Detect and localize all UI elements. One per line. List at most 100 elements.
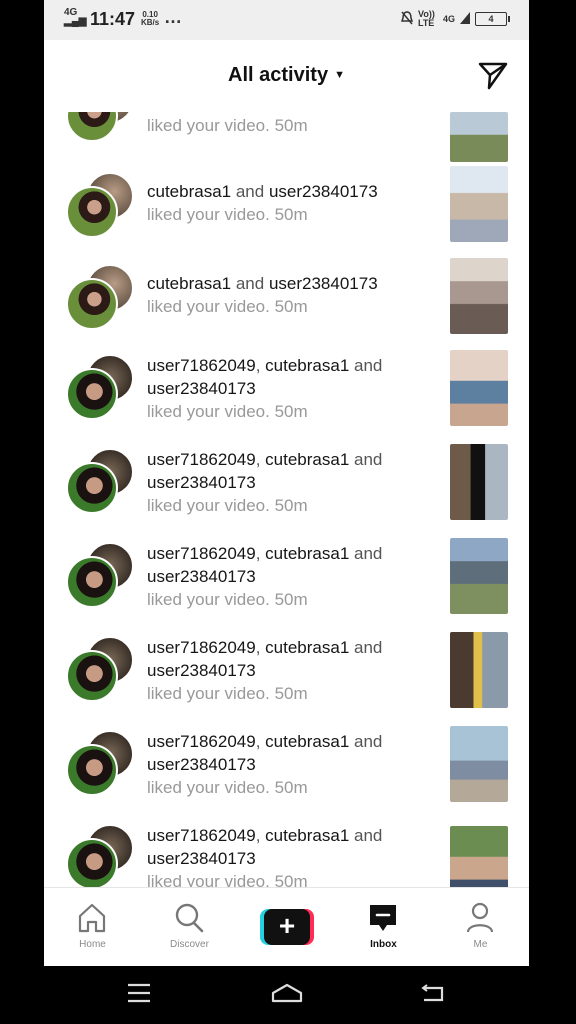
list-item[interactable]: user71862049, cutebrasa1 and user2384017… (44, 538, 529, 632)
action-text: liked your video. (147, 872, 270, 887)
list-item[interactable]: cutebrasa1 and user23840173 liked your v… (44, 164, 529, 258)
system-home-button[interactable] (270, 982, 304, 1008)
avatar-stack[interactable] (66, 824, 134, 887)
page-title: All activity (228, 64, 329, 86)
username-link[interactable]: user23840173 (147, 849, 256, 868)
more-notifications-icon: … (164, 7, 182, 27)
data-speed: 0.10 KB/s (141, 11, 159, 27)
username-link[interactable]: user23840173 (269, 182, 378, 201)
video-thumbnail[interactable] (450, 826, 508, 887)
bottom-nav: Home Discover + Inbox Me (44, 887, 529, 966)
status-bar: 4G ▂▄▆ 11:47 0.10 KB/s … Vo)) LTE 4G 4 (44, 0, 529, 40)
username-link[interactable]: cutebrasa1 (147, 182, 231, 201)
username-link[interactable]: cutebrasa1 (265, 638, 349, 657)
connector-text: , (255, 826, 266, 845)
app-screen: 4G ▂▄▆ 11:47 0.10 KB/s … Vo)) LTE 4G 4 A… (44, 0, 529, 966)
video-thumbnail[interactable] (450, 112, 508, 162)
video-thumbnail[interactable] (450, 444, 508, 520)
avatar-stack[interactable] (66, 542, 134, 608)
avatar-stack[interactable] (66, 112, 134, 142)
username-link[interactable]: user71862049 (147, 450, 256, 469)
avatar (66, 838, 118, 887)
username-link[interactable]: user23840173 (147, 473, 256, 492)
avatar (66, 556, 118, 608)
time-ago: 50m (274, 778, 308, 797)
signal-strength-icon (460, 12, 470, 26)
video-thumbnail[interactable] (450, 726, 508, 802)
home-outline-icon (271, 983, 303, 1003)
username-link[interactable]: user23840173 (147, 379, 256, 398)
nav-label: Discover (170, 939, 209, 950)
username-link[interactable]: cutebrasa1 (147, 274, 231, 293)
create-video-button[interactable]: + (260, 909, 314, 945)
inbox-icon (370, 905, 396, 931)
username-link[interactable]: user23840173 (147, 661, 256, 680)
avatar-stack[interactable] (66, 264, 134, 330)
direct-messages-button[interactable] (477, 60, 509, 92)
list-item[interactable]: user71862049, cutebrasa1 and user2384017… (44, 820, 529, 887)
avatar (66, 462, 118, 514)
notification-text: cutebrasa1 and user23840173 liked your v… (147, 272, 417, 318)
list-item[interactable]: cutebrasa1 and user23840173 liked your v… (44, 256, 529, 350)
notification-text: cutebrasa1 and user23840173 liked your v… (147, 180, 417, 226)
username-link[interactable]: cutebrasa1 (265, 732, 349, 751)
action-text: liked your video. (147, 297, 270, 316)
username-link[interactable]: user71862049 (147, 732, 256, 751)
notification-text: user71862049, cutebrasa1 and user2384017… (147, 824, 417, 887)
recent-apps-button[interactable] (126, 982, 156, 1008)
time-ago: 50m (274, 297, 308, 316)
username-link[interactable]: user71862049 (147, 826, 256, 845)
username-link[interactable]: cutebrasa1 (265, 356, 349, 375)
nav-me[interactable]: Me (432, 888, 529, 966)
action-text: liked your video. (147, 205, 270, 224)
connector-text: and (349, 356, 383, 375)
activity-filter-dropdown[interactable]: All activity ▼ (44, 64, 529, 87)
connector-text: and (349, 732, 383, 751)
username-link[interactable]: user23840173 (147, 755, 256, 774)
nav-inbox[interactable]: Inbox (335, 888, 432, 966)
clock: 11:47 (90, 9, 136, 29)
time-ago: 50m (274, 684, 308, 703)
nav-label: Inbox (370, 939, 397, 950)
video-thumbnail[interactable] (450, 166, 508, 242)
mobile-signal-label: 4G (442, 14, 455, 24)
nav-home[interactable]: Home (44, 888, 141, 966)
carrier-label: Vo)) LTE (417, 9, 435, 28)
avatar-stack[interactable] (66, 172, 134, 238)
video-thumbnail[interactable] (450, 538, 508, 614)
connector-text: and (349, 450, 383, 469)
video-thumbnail[interactable] (450, 350, 508, 426)
video-thumbnail[interactable] (450, 258, 508, 334)
username-link[interactable]: cutebrasa1 (265, 826, 349, 845)
nav-discover[interactable]: Discover (141, 888, 238, 966)
video-thumbnail[interactable] (450, 632, 508, 708)
action-text: liked your video. (147, 496, 270, 515)
profile-icon (466, 902, 494, 933)
caret-down-icon: ▼ (334, 69, 345, 81)
username-link[interactable]: user23840173 (147, 567, 256, 586)
avatar-stack[interactable] (66, 730, 134, 796)
username-link[interactable]: user23840173 (269, 274, 378, 293)
system-back-button[interactable] (420, 982, 450, 1008)
username-link[interactable]: user71862049 (147, 544, 256, 563)
list-item[interactable]: user71862049, cutebrasa1 and user2384017… (44, 632, 529, 726)
username-link[interactable]: user71862049 (147, 356, 256, 375)
action-text: liked your video. (147, 116, 270, 135)
username-link[interactable]: user71862049 (147, 638, 256, 657)
list-item[interactable]: liked your video. 50m (44, 112, 529, 162)
avatar-stack[interactable] (66, 448, 134, 514)
list-item[interactable]: user71862049, cutebrasa1 and user2384017… (44, 726, 529, 820)
avatar-stack[interactable] (66, 354, 134, 420)
username-link[interactable]: cutebrasa1 (265, 544, 349, 563)
avatar-stack[interactable] (66, 636, 134, 702)
home-icon (78, 903, 106, 933)
network-indicator: 4G ▂▄▆ (64, 8, 86, 27)
mute-icon (400, 11, 414, 27)
header: All activity ▼ (44, 40, 529, 112)
time-ago: 50m (274, 872, 308, 887)
username-link[interactable]: cutebrasa1 (265, 450, 349, 469)
list-item[interactable]: user71862049, cutebrasa1 and user2384017… (44, 350, 529, 444)
time-ago: 50m (274, 205, 308, 224)
list-item[interactable]: user71862049, cutebrasa1 and user2384017… (44, 444, 529, 538)
activity-list[interactable]: liked your video. 50m cutebrasa1 and use… (44, 112, 529, 887)
